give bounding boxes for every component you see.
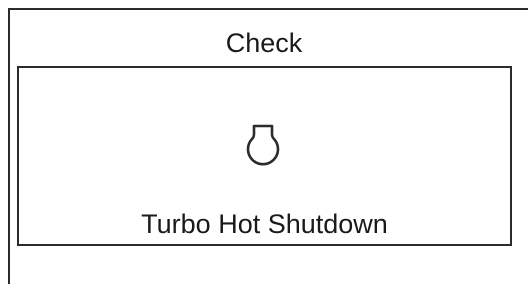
- message-box: Turbo Hot Shutdown: [17, 66, 512, 246]
- message-text: Turbo Hot Shutdown: [141, 209, 388, 239]
- turbo-icon: [243, 124, 283, 168]
- panel-title: Check: [225, 28, 303, 58]
